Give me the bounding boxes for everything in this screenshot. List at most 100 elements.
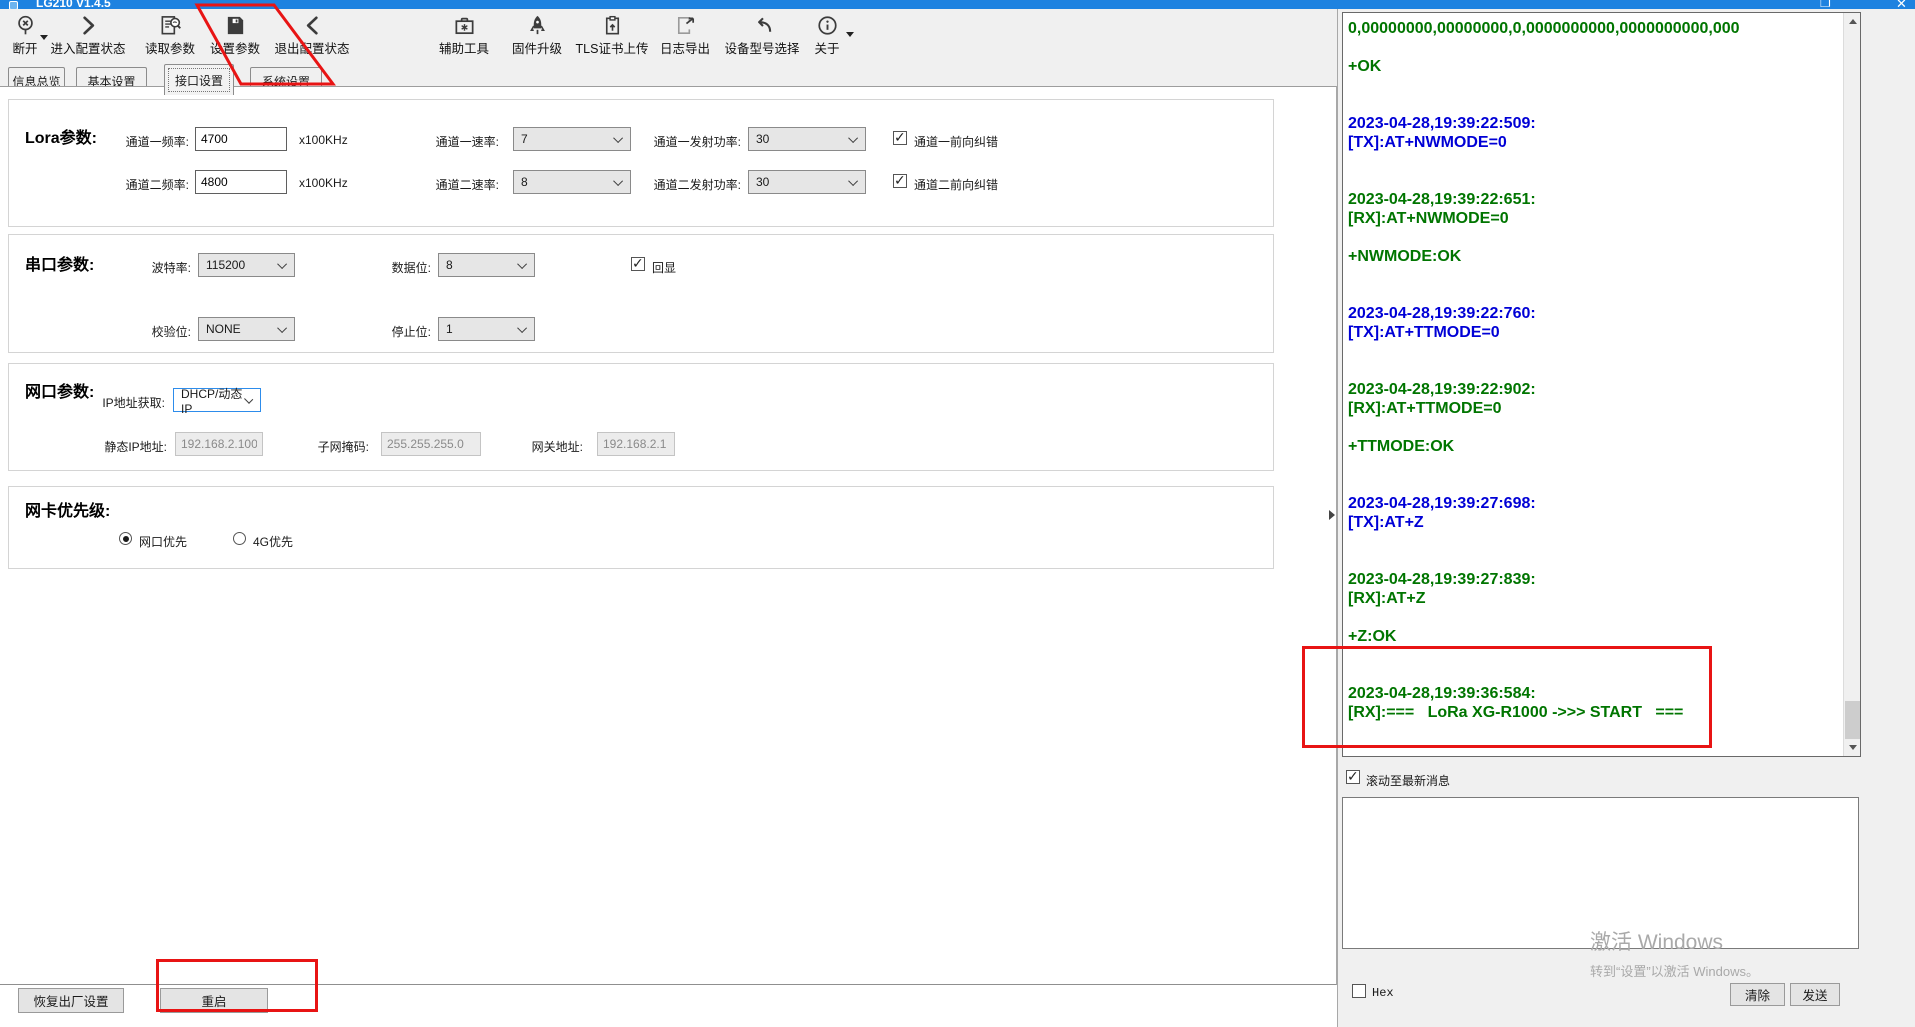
clear-button[interactable]: 清除 (1730, 983, 1785, 1006)
log-line (1348, 38, 1838, 57)
reboot-label: 重启 (201, 991, 226, 1010)
send-button[interactable]: 发送 (1790, 983, 1840, 1006)
echo-label: 回显 (652, 259, 676, 276)
close-window-button[interactable]: ✕ (1896, 0, 1907, 9)
scroll-down-button[interactable] (1844, 739, 1861, 756)
log-line (1348, 171, 1838, 190)
factory-reset-button[interactable]: 恢复出厂设置 (18, 988, 124, 1013)
tls-cert-upload-button[interactable]: TLS证书上传 (572, 12, 652, 57)
aux-tools-button[interactable]: 辅助工具 (436, 12, 492, 57)
serial-params-group: 串口参数: 波特率: 115200 数据位: 8 回显 校验位: NONE 停止… (8, 234, 1274, 353)
log-line (1348, 361, 1838, 380)
restore-window-button[interactable]: ❐ (1820, 0, 1831, 9)
exit-config-button[interactable]: 退出配置状态 (270, 12, 354, 57)
log-line (1348, 532, 1838, 551)
read-params-button[interactable]: 读取参数 (140, 12, 200, 57)
send-input-area[interactable] (1342, 797, 1859, 949)
panel-splitter-arrow[interactable] (1329, 510, 1335, 520)
ip-mode-value: DHCP/动态IP (181, 385, 247, 416)
chevron-down-icon (277, 323, 287, 333)
log-export-icon (674, 14, 697, 37)
about-button[interactable]: 关于 (810, 12, 844, 57)
log-line: 2023-04-28,19:39:22:760: (1348, 304, 1838, 323)
log-line: [RX]:AT+TTMODE=0 (1348, 399, 1838, 418)
ethernet-priority-radio[interactable] (119, 532, 132, 545)
log-line: 0,00000000,00000000,0,0000000000,0000000… (1348, 19, 1838, 38)
tab-interface-settings[interactable]: 接口设置 (164, 64, 234, 95)
network-params-group: 网口参数: IP地址获取: DHCP/动态IP 静态IP地址: 子网掩码: 网关… (8, 363, 1274, 471)
4g-priority-radio[interactable] (233, 532, 246, 545)
baud-select[interactable]: 115200 (198, 253, 295, 277)
dropdown-caret-icon[interactable] (40, 35, 48, 40)
static-ip-label: 静态IP地址: (61, 438, 167, 455)
chevron-down-icon (848, 176, 858, 186)
enter-config-button[interactable]: 进入配置状态 (52, 12, 124, 57)
ch2-fec-checkbox[interactable] (893, 174, 907, 188)
toolbar-item-label: 断开 (12, 38, 37, 57)
baud-label: 波特率: (91, 259, 191, 276)
baud-value: 115200 (206, 258, 245, 272)
echo-checkbox[interactable] (631, 257, 645, 271)
ip-mode-label: IP地址获取: (61, 394, 165, 411)
log-line: 2023-04-28,19:39:27:839: (1348, 570, 1838, 589)
databits-select[interactable]: 8 (438, 253, 535, 277)
group-title: 串口参数: (25, 251, 94, 275)
set-params-button[interactable]: 设置参数 (205, 12, 265, 57)
scroll-up-button[interactable] (1844, 13, 1861, 30)
ch1-power-select[interactable]: 30 (748, 127, 866, 151)
ch2-power-value: 30 (756, 175, 769, 189)
subnet-mask-label: 子网掩码: (293, 438, 369, 455)
log-line: [TX]:AT+Z (1348, 513, 1838, 532)
subnet-mask-input (381, 432, 481, 456)
databits-value: 8 (446, 258, 453, 272)
dropdown-caret-icon[interactable] (846, 32, 854, 37)
firmware-upgrade-button[interactable]: 固件升级 (506, 12, 568, 57)
parity-select[interactable]: NONE (198, 317, 295, 341)
log-lines: 0,00000000,00000000,0,0000000000,0000000… (1348, 19, 1838, 722)
log-export-button[interactable]: 日志导出 (656, 12, 714, 57)
ch1-power-label: 通道一发射功率: (549, 133, 741, 150)
log-line (1348, 456, 1838, 475)
ch1-freq-input[interactable] (195, 127, 287, 151)
log-scrollbar[interactable] (1843, 13, 1860, 756)
log-line (1348, 475, 1838, 494)
log-line: [RX]:AT+NWMODE=0 (1348, 209, 1838, 228)
stopbits-select[interactable]: 1 (438, 317, 535, 341)
log-line (1348, 95, 1838, 114)
ch2-rate-label: 通道二速率: (339, 176, 499, 193)
window-title: LG210 V1.4.5 (36, 0, 111, 9)
chevron-down-icon (517, 259, 527, 269)
log-line (1348, 76, 1838, 95)
device-model-select-button[interactable]: 设备型号选择 (720, 12, 804, 57)
device-model-icon (751, 14, 774, 37)
ch2-rate-value: 8 (521, 175, 528, 189)
scrollbar-thumb[interactable] (1845, 701, 1860, 743)
log-line (1348, 665, 1838, 684)
chevron-down-icon (277, 259, 287, 269)
about-icon (816, 14, 839, 37)
log-line (1348, 342, 1838, 361)
toolbar-item-label: 读取参数 (145, 38, 195, 57)
save-params-icon (224, 14, 247, 37)
nic-priority-group: 网卡优先级: 网口优先 4G优先 (8, 486, 1274, 569)
hex-checkbox[interactable] (1352, 984, 1366, 998)
send-label: 发送 (1802, 985, 1827, 1004)
log-line: 2023-04-28,19:39:27:698: (1348, 494, 1838, 513)
chevron-down-icon (517, 323, 527, 333)
ch1-fec-checkbox[interactable] (893, 131, 907, 145)
ch2-power-select[interactable]: 30 (748, 170, 866, 194)
factory-reset-label: 恢复出厂设置 (33, 991, 108, 1010)
log-line (1348, 608, 1838, 627)
ch2-freq-input[interactable] (195, 170, 287, 194)
toolbar-item-label: 日志导出 (660, 38, 710, 57)
firmware-rocket-icon (526, 14, 549, 37)
log-line (1348, 646, 1838, 665)
ip-mode-select[interactable]: DHCP/动态IP (173, 388, 261, 412)
toolbar: 断开 进入配置状态 读取参数 设置参数 (0, 9, 1337, 57)
log-line (1348, 266, 1838, 285)
scroll-latest-checkbox[interactable] (1346, 770, 1360, 784)
disconnect-icon (14, 14, 37, 37)
reboot-button[interactable]: 重启 (160, 988, 268, 1013)
log-line: [RX]:AT+Z (1348, 589, 1838, 608)
log-output[interactable]: 0,00000000,00000000,0,0000000000,0000000… (1342, 12, 1861, 757)
